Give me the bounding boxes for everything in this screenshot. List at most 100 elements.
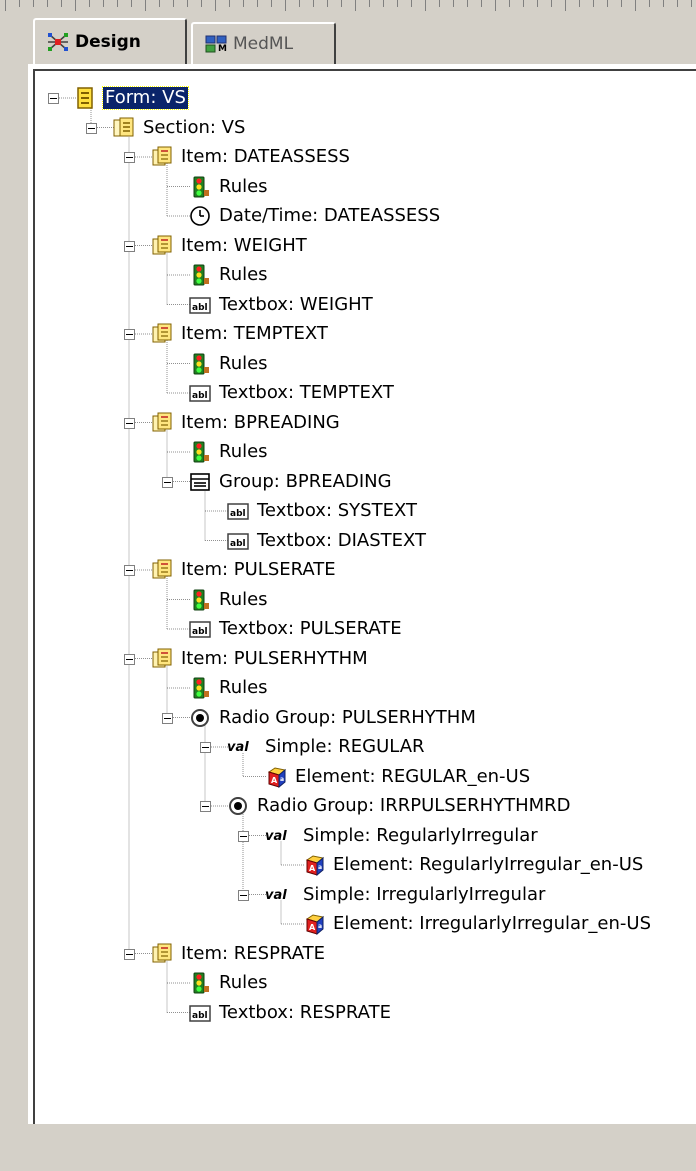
tree-node[interactable]: Aa Element: RegularlyIrregular_en-US bbox=[303, 852, 645, 878]
tree-node[interactable]: Item: TEMPTEXT bbox=[151, 321, 330, 347]
tab-design[interactable]: Design bbox=[33, 18, 187, 64]
tree-node[interactable]: Rules bbox=[189, 675, 270, 701]
tree-collapse-toggle[interactable] bbox=[162, 476, 173, 488]
tree-collapse-toggle[interactable] bbox=[124, 653, 135, 665]
tree-node[interactable]: Item: RESPRATE bbox=[151, 941, 327, 967]
tree-node[interactable]: abl Textbox: WEIGHT bbox=[189, 292, 375, 318]
svg-text:a: a bbox=[318, 923, 322, 930]
tree-collapse-toggle[interactable] bbox=[124, 152, 135, 163]
tree-collapse-toggle[interactable] bbox=[124, 329, 135, 340]
tree-node-label: Form: VS bbox=[102, 86, 189, 110]
ruler-tick bbox=[677, 0, 678, 7]
tree-node[interactable]: Item: WEIGHT bbox=[151, 233, 309, 259]
ruler-tick bbox=[649, 0, 650, 7]
textbox-icon: abl bbox=[189, 294, 211, 316]
ruler-tick bbox=[75, 0, 76, 11]
tree-node[interactable]: abl Textbox: SYSTEXT bbox=[227, 498, 419, 524]
rules-icon bbox=[189, 441, 211, 463]
tree-node-label: Simple: REGULAR bbox=[265, 736, 425, 757]
tree-node-label: Simple: IrregularlyIrregular bbox=[303, 883, 546, 905]
tree-node-label: Textbox: RESPRATE bbox=[219, 1001, 391, 1023]
ruler-tick bbox=[257, 0, 258, 7]
tree-collapse-toggle[interactable] bbox=[238, 889, 249, 901]
tree-node[interactable]: abl Textbox: DIASTEXT bbox=[227, 528, 428, 554]
tree-collapse-toggle[interactable] bbox=[124, 240, 135, 252]
group-icon bbox=[189, 471, 211, 493]
tree-collapse-toggle[interactable] bbox=[238, 830, 249, 842]
tree-collapse-toggle[interactable] bbox=[162, 712, 173, 724]
tree-node-label: Element: RegularlyIrregular_en-US bbox=[333, 854, 644, 875]
tree-node[interactable]: Group: BPREADING bbox=[189, 469, 394, 495]
ruler-tick bbox=[453, 0, 454, 7]
item-icon bbox=[151, 648, 173, 670]
tree-node-label: Radio Group: PULSERHYTHM bbox=[219, 706, 476, 728]
tree-collapse-toggle[interactable] bbox=[86, 122, 97, 134]
svg-text:abl: abl bbox=[192, 1011, 208, 1021]
tree-node[interactable]: val Simple: IrregularlyIrregular bbox=[265, 882, 547, 908]
tree-node[interactable]: Aa Element: IrregularlyIrregular_en-US bbox=[303, 911, 653, 937]
tree-collapse-toggle[interactable] bbox=[124, 565, 135, 576]
textbox-icon: abl bbox=[227, 500, 249, 522]
ruler-tick bbox=[5, 0, 6, 11]
tree-node[interactable]: val Simple: RegularlyIrregular bbox=[265, 823, 540, 849]
item-icon bbox=[151, 943, 173, 965]
tree-node[interactable]: Rules bbox=[189, 351, 270, 377]
tree-collapse-toggle[interactable] bbox=[200, 742, 211, 753]
ruler-tick bbox=[145, 0, 146, 11]
tree-node-label: Element: IrregularlyIrregular_en-US bbox=[333, 913, 652, 934]
ruler-tick bbox=[173, 0, 174, 7]
tab-medml[interactable]: M MedML bbox=[191, 22, 336, 64]
svg-text:abl: abl bbox=[192, 627, 208, 637]
tree-collapse-toggle[interactable] bbox=[48, 93, 59, 104]
rules-icon bbox=[189, 677, 211, 699]
tree-node[interactable]: Item: PULSERHYTHM bbox=[151, 646, 370, 672]
tree-node-label: Textbox: DIASTEXT bbox=[257, 529, 427, 551]
tree-node[interactable]: Item: PULSERATE bbox=[151, 557, 338, 583]
tree-collapse-toggle[interactable] bbox=[200, 801, 211, 812]
rules-icon bbox=[189, 589, 211, 611]
tree-node-label: Rules bbox=[219, 264, 268, 285]
tree-collapse-toggle[interactable] bbox=[124, 948, 135, 960]
tree-node[interactable]: Form: VS bbox=[75, 85, 189, 111]
tree-node[interactable]: Section: VS bbox=[113, 115, 247, 141]
tree-node-label: Item: WEIGHT bbox=[181, 234, 307, 256]
svg-text:abl: abl bbox=[230, 539, 246, 549]
svg-text:abl: abl bbox=[192, 391, 208, 401]
ruler-tick bbox=[285, 0, 286, 11]
tree-node[interactable]: Radio Group: IRRPULSERHYTHMRD bbox=[227, 793, 573, 819]
ruler-tick bbox=[327, 0, 328, 7]
tree-node[interactable]: Radio Group: PULSERHYTHM bbox=[189, 705, 478, 731]
svg-text:a: a bbox=[280, 776, 284, 783]
ruler-tick bbox=[439, 0, 440, 7]
tree-node[interactable]: Item: DATEASSESS bbox=[151, 144, 352, 170]
ruler-tick bbox=[411, 0, 412, 7]
medml-icon: M bbox=[205, 34, 227, 54]
tree-node[interactable]: Rules bbox=[189, 174, 270, 200]
tree-node[interactable]: abl Textbox: RESPRATE bbox=[189, 1000, 393, 1026]
tree-node-label: Item: DATEASSESS bbox=[181, 146, 350, 167]
tree-node-label: Element: REGULAR_en-US bbox=[295, 765, 531, 787]
tree-node[interactable]: Date/Time: DATEASSESS bbox=[189, 203, 442, 229]
tree-view[interactable]: Form: VS Section: VS Item: DATEASSESS Rules… bbox=[33, 69, 696, 1124]
tree-node[interactable]: val Simple: REGULAR bbox=[227, 734, 427, 760]
tree-node-label: Textbox: SYSTEXT bbox=[257, 500, 417, 521]
tree-node[interactable]: Rules bbox=[189, 262, 270, 288]
tree-node-label: Date/Time: DATEASSESS bbox=[219, 205, 441, 226]
tree-node[interactable]: Rules bbox=[189, 439, 270, 465]
form-icon bbox=[75, 87, 97, 109]
tree-node[interactable]: abl Textbox: TEMPTEXT bbox=[189, 380, 396, 406]
tree-node[interactable]: abl Textbox: PULSERATE bbox=[189, 616, 404, 642]
tree-node[interactable]: Item: BPREADING bbox=[151, 410, 342, 436]
ruler-tick bbox=[61, 0, 62, 7]
tree-collapse-toggle[interactable] bbox=[124, 417, 135, 429]
element-icon: Aa bbox=[265, 766, 287, 788]
tree-node[interactable]: Aa Element: REGULAR_en-US bbox=[265, 764, 532, 790]
ruler-tick bbox=[355, 0, 356, 11]
ruler-tick bbox=[117, 0, 118, 7]
ruler-tick bbox=[215, 0, 216, 11]
radio-icon bbox=[227, 795, 249, 817]
ruler-tick bbox=[299, 0, 300, 7]
tree-node[interactable]: Rules bbox=[189, 587, 270, 613]
ruler-tick bbox=[383, 0, 384, 7]
tree-node[interactable]: Rules bbox=[189, 970, 270, 996]
